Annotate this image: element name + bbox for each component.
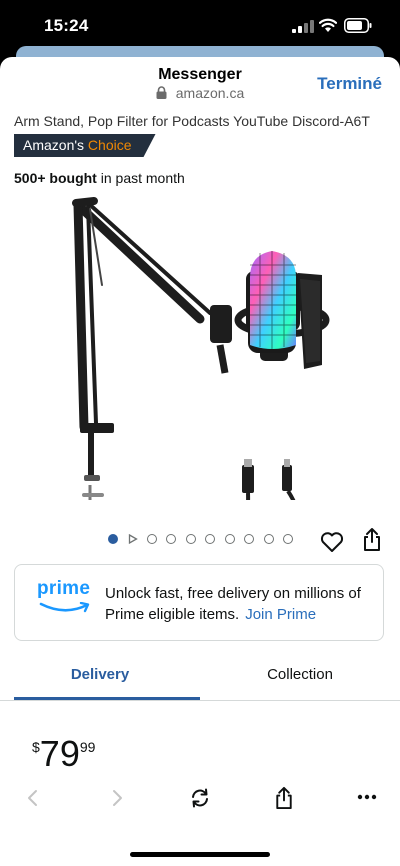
- prime-smile-icon: [39, 602, 90, 613]
- status-time: 15:24: [44, 16, 89, 35]
- carousel-dot[interactable]: [244, 534, 254, 544]
- lock-icon: [156, 86, 167, 99]
- prime-message-text: Unlock fast, free delivery on millions o…: [105, 585, 361, 623]
- bought-suffix: in past month: [100, 170, 185, 186]
- join-prime-link[interactable]: Join Prime: [245, 606, 316, 623]
- chevron-left-icon[interactable]: [26, 788, 40, 808]
- carousel-dot[interactable]: [225, 534, 235, 544]
- status-bar: 15:24: [0, 0, 400, 50]
- badge-prefix: Amazon's: [23, 137, 85, 153]
- carousel-dot[interactable]: [205, 534, 215, 544]
- video-play-icon[interactable]: [128, 534, 138, 544]
- share-icon[interactable]: [362, 527, 382, 552]
- price: $7999: [32, 733, 95, 775]
- price-whole: 79: [39, 733, 80, 774]
- home-indicator: [130, 852, 270, 857]
- carousel-dot[interactable]: [264, 534, 274, 544]
- tab-delivery[interactable]: Delivery: [0, 666, 200, 683]
- wifi-icon: [319, 18, 337, 32]
- prime-logo: prime: [37, 578, 93, 616]
- nav-domain-text: amazon.ca: [175, 85, 245, 101]
- share-icon[interactable]: [274, 786, 294, 810]
- more-icon[interactable]: [357, 794, 377, 800]
- product-title[interactable]: Arm Stand, Pop Filter for Podcasts YouTu…: [14, 113, 394, 129]
- done-button[interactable]: Terminé: [317, 74, 382, 94]
- heart-icon[interactable]: [320, 531, 344, 553]
- prime-message: Unlock fast, free delivery on millions o…: [105, 583, 375, 625]
- cellular-signal-icon: [292, 20, 314, 33]
- price-fraction: 99: [79, 739, 96, 755]
- chevron-right-icon[interactable]: [110, 788, 124, 808]
- bought-count: 500+ bought: [14, 170, 97, 186]
- bought-in-past-month: 500+ bought in past month: [14, 170, 185, 186]
- battery-icon: [344, 18, 372, 33]
- reload-icon[interactable]: [189, 788, 211, 808]
- browser-toolbar: [0, 786, 400, 818]
- carousel-dot[interactable]: [147, 534, 157, 544]
- carousel-dot[interactable]: [166, 534, 176, 544]
- carousel-dot[interactable]: [283, 534, 293, 544]
- carousel-dot[interactable]: [108, 534, 118, 544]
- browser-sheet: Messenger amazon.ca Terminé Arm Stand, P…: [0, 57, 400, 866]
- amazons-choice-badge: Amazon's Choice: [14, 134, 156, 157]
- badge-choice: Choice: [87, 137, 132, 153]
- tab-collection[interactable]: Collection: [200, 666, 400, 683]
- tab-divider: [0, 700, 400, 701]
- prime-promo-box[interactable]: prime Unlock fast, free delivery on mill…: [14, 564, 384, 641]
- product-image[interactable]: [60, 195, 340, 500]
- price-symbol: $: [32, 739, 40, 755]
- prime-logo-text: prime: [37, 578, 91, 599]
- carousel-dot[interactable]: [186, 534, 196, 544]
